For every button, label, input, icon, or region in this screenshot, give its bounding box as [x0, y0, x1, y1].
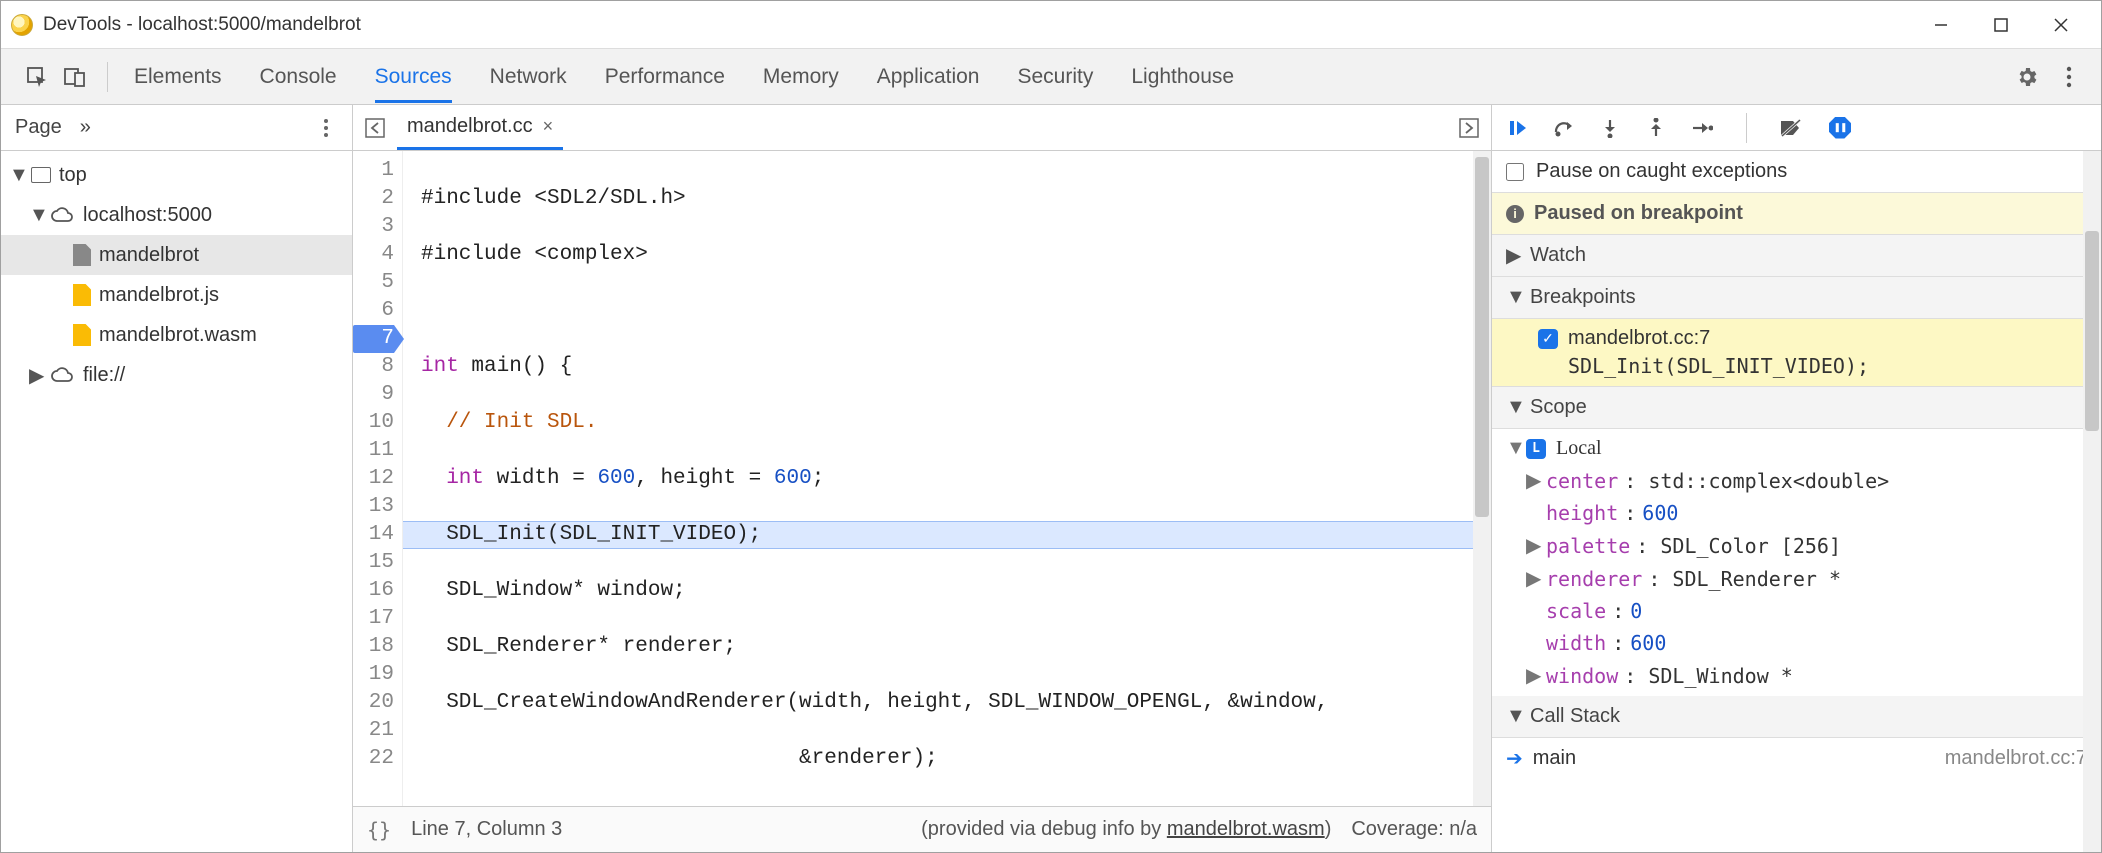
pause-on-caught-checkbox[interactable] [1506, 163, 1524, 181]
callstack-section-header[interactable]: ▼Call Stack [1492, 696, 2101, 738]
devtools-tabbar: Elements Console Sources Network Perform… [1, 49, 2101, 105]
window-close-button[interactable] [2031, 5, 2091, 45]
window-maximize-button[interactable] [1971, 5, 2031, 45]
cloud-icon [51, 207, 75, 223]
tab-memory[interactable]: Memory [763, 51, 839, 103]
tab-network[interactable]: Network [490, 51, 567, 103]
step-over-button[interactable] [1552, 116, 1576, 140]
step-into-button[interactable] [1598, 116, 1622, 140]
step-out-button[interactable] [1644, 116, 1668, 140]
tree-host[interactable]: ▼localhost:5000 [1, 195, 352, 235]
toggle-debugger-icon[interactable] [1457, 116, 1481, 140]
tree-top[interactable]: ▼top [1, 155, 352, 195]
navigator-page-tab[interactable]: Page [15, 116, 62, 139]
scope-var-window[interactable]: ▶window: SDL_Window * [1492, 659, 2101, 692]
deactivate-breakpoints-button[interactable] [1779, 116, 1803, 140]
file-icon [73, 244, 91, 266]
scope-panel: ▼LLocal ▶center: std::complex<double> he… [1492, 429, 2101, 696]
callstack-frame-main[interactable]: ➔ main mandelbrot.cc:7 [1492, 738, 2101, 779]
step-button[interactable] [1690, 116, 1714, 140]
debugger-toolbar [1492, 105, 2101, 151]
debug-provided-by: (provided via debug info by mandelbrot.w… [921, 818, 1331, 841]
code-content[interactable]: #include <SDL2/SDL.h> #include <complex>… [403, 151, 1491, 806]
cloud-icon [51, 367, 75, 383]
breakpoint-code: SDL_Init(SDL_INIT_VIDEO); [1538, 350, 2083, 378]
breakpoint-checkbox-icon[interactable]: ✓ [1538, 329, 1558, 349]
window-title: DevTools - localhost:5000/mandelbrot [43, 14, 1911, 36]
editor-tab-mandelbrot-cc[interactable]: mandelbrot.cc × [397, 105, 563, 150]
resume-button[interactable] [1506, 116, 1530, 140]
devtools-app-icon [11, 14, 33, 36]
tab-application[interactable]: Application [877, 51, 980, 103]
tab-elements[interactable]: Elements [134, 51, 222, 103]
editor-tab-label: mandelbrot.cc [407, 115, 533, 138]
scope-var-palette[interactable]: ▶palette: SDL_Color [256] [1492, 529, 2101, 562]
divider [1746, 113, 1747, 143]
breakpoints-section-header[interactable]: ▼Breakpoints [1492, 277, 2101, 319]
info-icon: i [1506, 205, 1524, 223]
window-minimize-button[interactable] [1911, 5, 1971, 45]
editor-scrollbar[interactable] [1473, 151, 1491, 806]
coverage-label: Coverage: n/a [1351, 818, 1477, 841]
tab-sources[interactable]: Sources [375, 51, 452, 103]
window-icon [31, 167, 51, 183]
tree-file-mandelbrot[interactable]: mandelbrot [1, 235, 352, 275]
scope-local-header[interactable]: ▼LLocal [1492, 433, 2101, 464]
settings-gear-icon[interactable] [2015, 65, 2039, 89]
current-frame-icon: ➔ [1506, 746, 1523, 771]
kebab-menu-icon[interactable] [2057, 65, 2081, 89]
scope-var-scale[interactable]: scale: 0 [1492, 595, 2101, 627]
tab-console[interactable]: Console [260, 51, 337, 103]
device-toolbar-icon[interactable] [63, 65, 87, 89]
scope-var-height[interactable]: height: 600 [1492, 497, 2101, 529]
file-tree: ▼top ▼localhost:5000 mandelbrot mandelbr… [1, 151, 352, 852]
frame-name: main [1533, 747, 1576, 770]
toggle-navigator-icon[interactable] [363, 116, 387, 140]
divider [107, 62, 108, 92]
right-panel-scrollbar[interactable] [2083, 151, 2101, 852]
local-badge-icon: L [1526, 439, 1546, 459]
cursor-position: Line 7, Column 3 [411, 818, 562, 841]
pretty-print-icon[interactable]: {} [367, 818, 391, 842]
paused-banner: i Paused on breakpoint [1492, 193, 2101, 235]
editor-tab-close-icon[interactable]: × [543, 116, 554, 137]
scope-var-width[interactable]: width: 600 [1492, 627, 2101, 659]
pause-on-exceptions-button[interactable] [1829, 117, 1851, 139]
tree-file-mandelbrot-js[interactable]: mandelbrot.js [1, 275, 352, 315]
tree-file-mandelbrot-wasm[interactable]: mandelbrot.wasm [1, 315, 352, 355]
tab-lighthouse[interactable]: Lighthouse [1131, 51, 1234, 103]
titlebar: DevTools - localhost:5000/mandelbrot [1, 1, 2101, 49]
frame-location: mandelbrot.cc:7 [1945, 747, 2087, 770]
code-editor[interactable]: 12345678910111213141516171819202122 #inc… [353, 151, 1491, 806]
breakpoint-item[interactable]: ✓ mandelbrot.cc:7 SDL_Init(SDL_INIT_VIDEO… [1492, 319, 2101, 387]
tab-security[interactable]: Security [1017, 51, 1093, 103]
file-icon [73, 324, 91, 346]
inspect-element-icon[interactable] [25, 65, 49, 89]
scope-section-header[interactable]: ▼Scope [1492, 387, 2101, 429]
debug-source-link[interactable]: mandelbrot.wasm [1167, 818, 1325, 840]
navigator-more-tabs[interactable]: » [80, 116, 91, 139]
pause-on-caught-row[interactable]: Pause on caught exceptions [1492, 151, 2101, 193]
file-icon [73, 284, 91, 306]
line-gutter[interactable]: 12345678910111213141516171819202122 [353, 151, 403, 806]
pause-on-caught-label: Pause on caught exceptions [1536, 160, 1787, 183]
editor-status-bar: {} Line 7, Column 3 (provided via debug … [353, 806, 1491, 852]
scope-var-renderer[interactable]: ▶renderer: SDL_Renderer * [1492, 562, 2101, 595]
watch-section-header[interactable]: ▶Watch [1492, 235, 2101, 277]
tree-file-scheme[interactable]: ▶file:// [1, 355, 352, 395]
navigator-menu-icon[interactable] [314, 116, 338, 140]
breakpoint-location: mandelbrot.cc:7 [1568, 327, 1710, 350]
scope-var-center[interactable]: ▶center: std::complex<double> [1492, 464, 2101, 497]
tab-performance[interactable]: Performance [605, 51, 725, 103]
